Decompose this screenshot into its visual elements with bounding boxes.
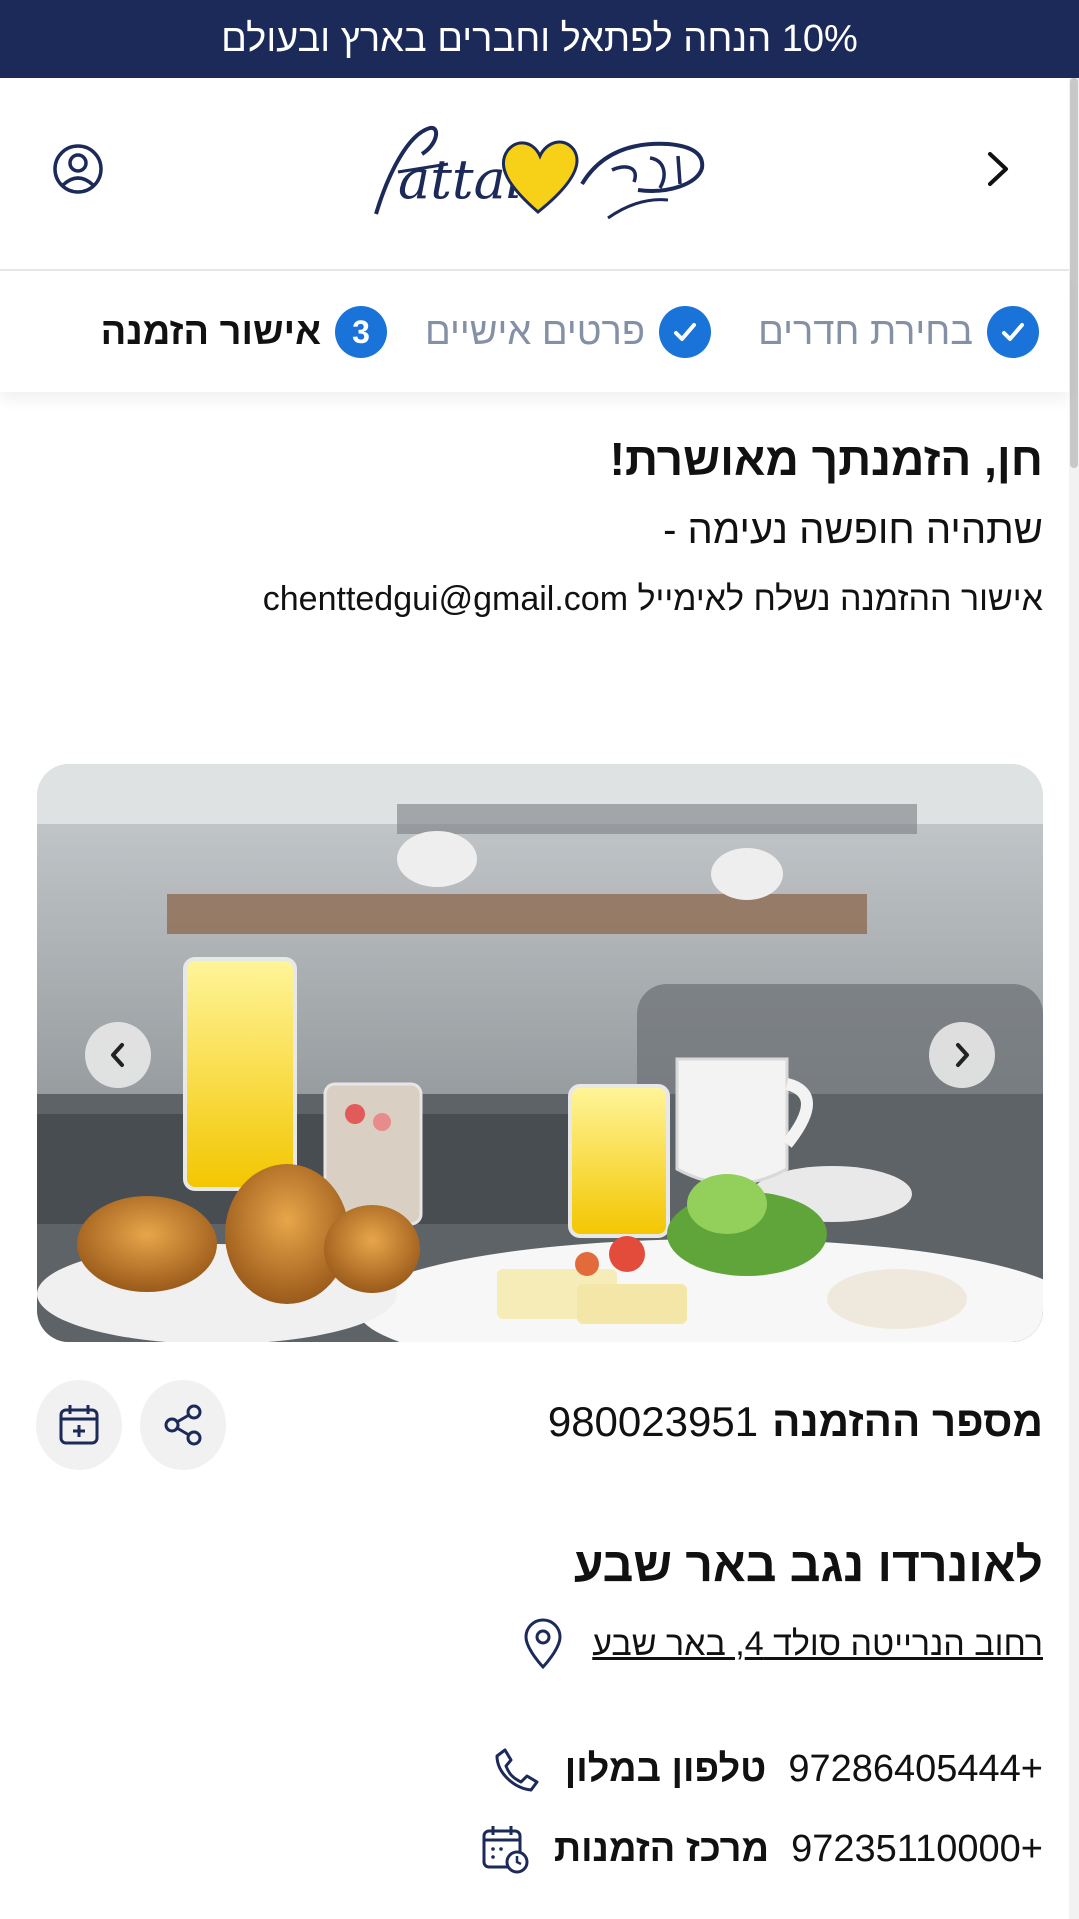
reservations-center-label: מרכז הזמנות: [553, 1827, 770, 1870]
step-label: אישור הזמנה: [100, 310, 321, 353]
order-number-label: מספר ההזמנה: [772, 1398, 1043, 1445]
breakfast-photo: [37, 764, 1043, 1342]
check-icon: [659, 306, 711, 358]
reservations-center-phone[interactable]: +97235110000: [791, 1828, 1043, 1871]
hotel-phone-row[interactable]: טלפון במלון +97286405444: [489, 1742, 1043, 1796]
site-header: attal: [0, 78, 1079, 271]
location-pin-icon: [516, 1617, 570, 1671]
check-icon: [987, 306, 1039, 358]
scrollbar-thumb[interactable]: [1070, 78, 1078, 468]
confirmation-email-line: אישור ההזמנה נשלח לאימייל chenttedgui@gm…: [262, 580, 1043, 618]
booking-stepper: בחירת חדרים פרטים אישיים 3 אישור הזמנה: [0, 272, 1069, 392]
gallery-next-button[interactable]: [929, 1022, 995, 1088]
share-icon: [164, 1404, 202, 1446]
share-button[interactable]: [140, 1380, 226, 1470]
step-personal-details[interactable]: פרטים אישיים: [425, 304, 711, 360]
order-number-row: מספר ההזמנה 980023951: [548, 1398, 1043, 1446]
step-label: פרטים אישיים: [425, 310, 645, 353]
confirmation-subtitle: שתהיה חופשה נעימה -: [663, 508, 1043, 552]
step-booking-confirmation: 3 אישור הזמנה: [101, 304, 387, 360]
calendar-add-icon: [59, 1405, 99, 1445]
hotel-phone-label: טלפון במלון: [564, 1747, 767, 1790]
fattal-logo[interactable]: attal: [368, 114, 713, 234]
hotel-image-gallery[interactable]: [37, 764, 1043, 1342]
step-label: בחירת חדרים: [758, 310, 973, 353]
hotel-address-link[interactable]: רחוב הנרייטה סולד 4, באר שבע: [592, 1625, 1043, 1664]
phone-icon: [489, 1742, 543, 1796]
hotel-address-row: רחוב הנרייטה סולד 4, באר שבע: [516, 1617, 1043, 1671]
promo-text: 10% הנחה לפתאל וחברים בארץ ובעולם: [221, 17, 858, 60]
gallery-prev-button[interactable]: [85, 1022, 151, 1088]
order-number-value: 980023951: [547, 1398, 759, 1445]
reservations-center-row[interactable]: מרכז הזמנות +97235110000: [478, 1822, 1043, 1876]
calendar-clock-icon: [478, 1822, 532, 1876]
chevron-right-icon: [956, 1043, 969, 1067]
user-icon[interactable]: [50, 141, 106, 197]
chevron-right-icon[interactable]: [980, 148, 1016, 190]
hotel-phone-value[interactable]: +97286405444: [788, 1748, 1043, 1791]
promo-banner[interactable]: 10% הנחה לפתאל וחברים בארץ ובעולם: [0, 0, 1079, 78]
add-to-calendar-button[interactable]: [36, 1380, 122, 1470]
confirmation-title: חן, הזמנתך מאושרת!: [609, 433, 1043, 485]
hotel-name: לאונרדו נגב באר שבע: [573, 1539, 1043, 1592]
step-room-selection[interactable]: בחירת חדרים: [758, 304, 1039, 360]
step-number-badge: 3: [335, 306, 387, 358]
chevron-left-icon: [111, 1043, 124, 1067]
